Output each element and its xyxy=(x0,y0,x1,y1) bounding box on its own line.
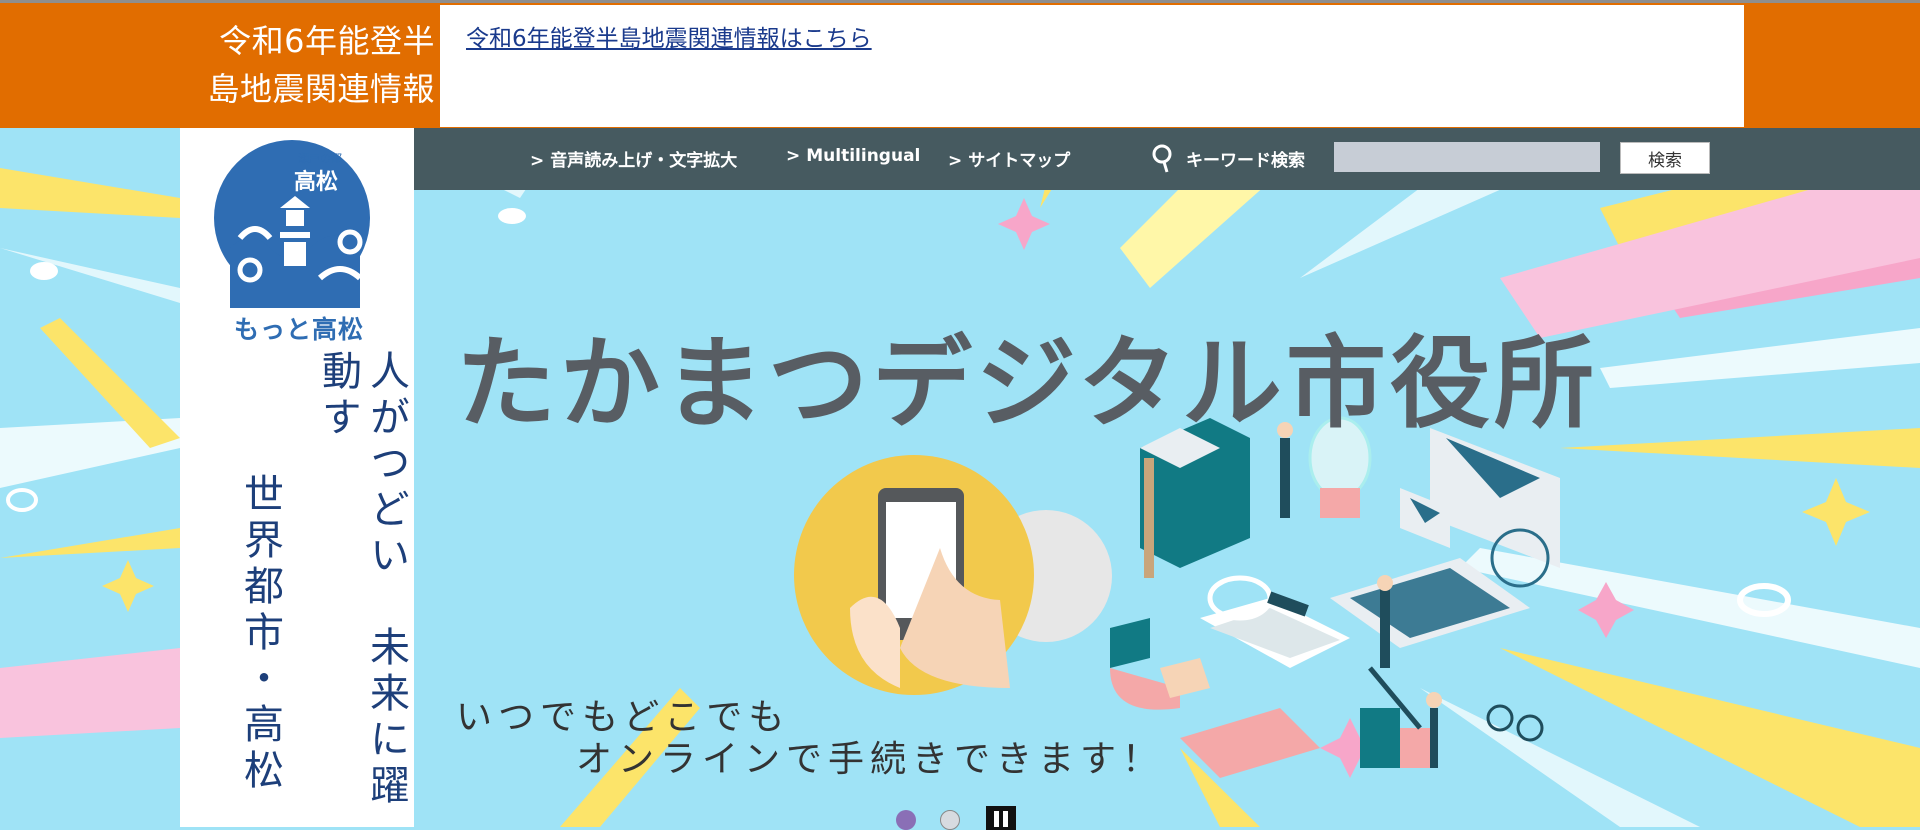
slogan-line-2: 世界都市・高松 xyxy=(237,473,283,795)
nav-sitemap-link[interactable]: > サイトマップ xyxy=(948,146,1070,171)
chevron-right-icon: > xyxy=(948,151,963,171)
nav-item-label: サイトマップ xyxy=(968,151,1071,171)
emergency-info-link[interactable]: 令和6年能登半島地震関連情報はこちら xyxy=(466,19,872,53)
chevron-right-icon: > xyxy=(786,146,801,166)
chevron-right-icon: > xyxy=(530,151,545,171)
hero-title: たかまつデジタル市役所 xyxy=(456,325,1598,442)
logo-tagline: もっと高松 xyxy=(234,315,365,344)
search-button[interactable]: 検索 xyxy=(1620,142,1710,174)
slogan-line-1: 人がつどい 未来に躍動す xyxy=(315,350,409,810)
slide-indicator-2[interactable] xyxy=(940,810,960,830)
emergency-banner: 令和6年能登半島地震関連情報 令和6年能登半島地震関連情報はこちら xyxy=(0,0,1920,128)
slide-indicator-1[interactable] xyxy=(896,810,916,830)
emergency-banner-content: 令和6年能登半島地震関連情報はこちら xyxy=(440,5,1744,127)
nav-item-label: Multilingual xyxy=(806,146,921,166)
keyword-search-label: キーワード検索 xyxy=(1186,151,1305,171)
brand-column: 瀬戸の都 高松 もっと高松 人がつどい 未来に躍動す 世界都市・高松 xyxy=(180,128,414,827)
hero-subtitle-line-2: オンラインで手続きできます！ xyxy=(576,739,1165,780)
nav-read-aloud-link[interactable]: > 音声読み上げ・文字拡大 xyxy=(530,146,737,171)
nav-item-label: 音声読み上げ・文字拡大 xyxy=(550,151,738,171)
emergency-banner-title: 令和6年能登半島地震関連情報 xyxy=(207,22,435,108)
search-icon xyxy=(1152,144,1172,173)
utility-nav-bar: > 音声読み上げ・文字拡大 > Multilingual > サイトマップ キーワード… xyxy=(414,128,1920,190)
nav-multilingual-link[interactable]: > Multilingual xyxy=(786,146,920,166)
logo-city-name: 高松 xyxy=(294,170,339,195)
pause-icon[interactable] xyxy=(986,806,1016,830)
keyword-search-input[interactable] xyxy=(1334,142,1600,172)
